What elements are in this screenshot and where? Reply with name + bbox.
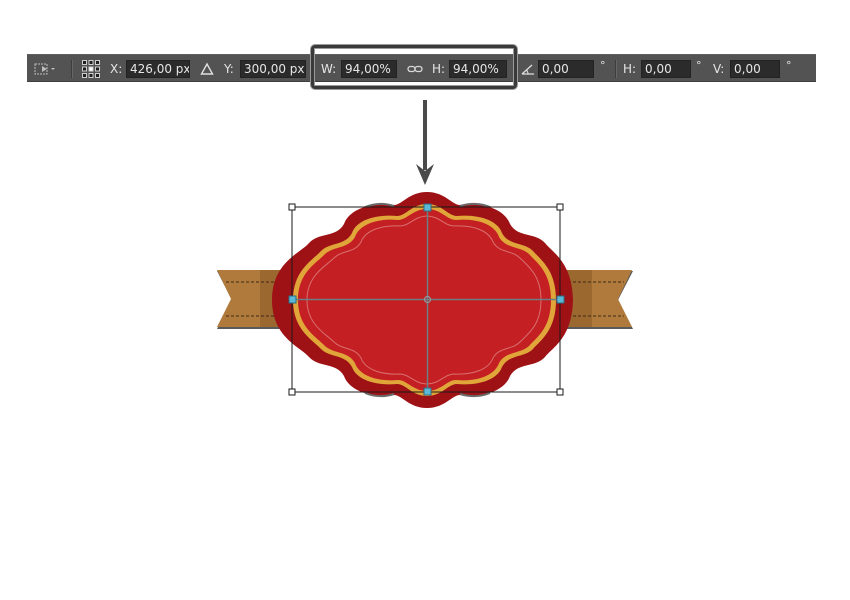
- corner-handle-bottom-left[interactable]: [288, 388, 296, 396]
- side-handle-bottom[interactable]: [423, 387, 432, 396]
- corner-handle-top-left[interactable]: [288, 203, 296, 211]
- corner-handle-top-right[interactable]: [556, 203, 564, 211]
- side-handle-left[interactable]: [288, 295, 297, 304]
- side-handle-top[interactable]: [423, 203, 432, 212]
- corner-handle-bottom-right[interactable]: [556, 388, 564, 396]
- badge-artwork[interactable]: [0, 0, 850, 600]
- side-handle-right[interactable]: [556, 295, 565, 304]
